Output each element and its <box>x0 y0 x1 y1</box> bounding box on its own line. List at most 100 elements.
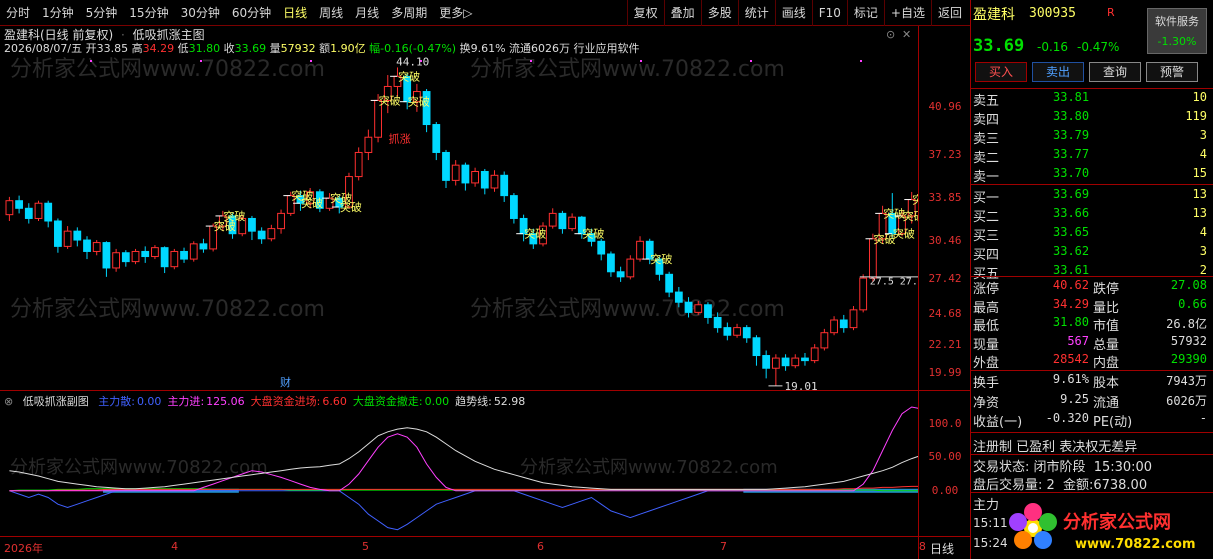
trade-action-button[interactable]: 预警 <box>1146 62 1198 82</box>
series-value: 0.00 <box>136 395 162 408</box>
level-volume: 13 <box>1192 187 1207 201</box>
sub-legend-item: 大盘资金进场: 6.60 <box>251 395 347 408</box>
trade-status-label: 交易状态: <box>973 460 1030 475</box>
stat-row: 外盘 28542 内盘 29390 <box>973 352 1211 371</box>
watermark-text: 分析家公式网www.70822.com <box>10 57 325 82</box>
candle-body <box>112 252 121 269</box>
top-dot-mark <box>640 60 642 62</box>
candle <box>199 238 208 253</box>
stat-v: 31.80 <box>1052 315 1089 329</box>
trade-action-button[interactable]: 查询 <box>1089 62 1141 82</box>
candle-body <box>674 291 683 303</box>
toolbar-action-button[interactable]: 叠加 <box>663 0 701 26</box>
candle-body <box>742 327 751 339</box>
candle <box>442 149 450 188</box>
level-label: 买一 <box>973 191 1000 206</box>
period-tab[interactable]: 日线 <box>277 0 313 26</box>
candle <box>733 323 741 338</box>
finance-marker: 财 <box>280 375 291 389</box>
candle-body <box>131 250 140 263</box>
period-tab[interactable]: 60分钟 <box>226 0 277 26</box>
divider <box>971 88 1213 89</box>
breakout-label: 突破 <box>340 200 362 214</box>
period-tab[interactable]: 更多▷ <box>433 0 478 26</box>
candle <box>461 162 470 191</box>
top-dot-mark <box>310 60 312 62</box>
level-label: 卖三 <box>973 132 1000 147</box>
period-tab[interactable]: 月线 <box>349 0 385 26</box>
candle-body <box>180 250 188 260</box>
period-tab[interactable]: 分时 <box>0 0 36 26</box>
candle <box>63 226 72 249</box>
candle-body <box>480 171 489 189</box>
period-tab[interactable]: 15分钟 <box>123 0 174 26</box>
stat-l2: 跌停 <box>1093 282 1120 297</box>
candle <box>636 236 644 262</box>
stat-v: 9.25 <box>1060 391 1089 406</box>
top-dot-mark <box>90 60 92 62</box>
trade-action-button[interactable]: 买入 <box>975 62 1027 82</box>
candle <box>626 255 635 280</box>
sub-indicator-chart[interactable]: 100.0 50.00 0.00 分析家公式网www.70822.com 分析家公式网… <box>0 390 970 536</box>
trade-time: 15:30:00 <box>1093 460 1153 475</box>
period-tab[interactable]: 1分钟 <box>36 0 80 26</box>
candle-body <box>34 202 43 219</box>
candle-body <box>199 243 208 250</box>
candle-body <box>24 207 33 219</box>
series-name: 主力散 <box>98 395 132 408</box>
candle-body <box>102 242 111 269</box>
toolbar-action-button[interactable]: 统计 <box>737 0 775 26</box>
period-tab[interactable]: 5分钟 <box>80 0 124 26</box>
registration-info: 注册制 已盈利 表决权无差异 <box>973 440 1138 455</box>
sub-close-icon[interactable]: ⊗ <box>4 395 13 408</box>
candle <box>34 200 43 221</box>
level-price: 33.80 <box>1053 109 1090 123</box>
grab-label: 抓涨 <box>389 131 411 145</box>
period-tab[interactable]: 周线 <box>313 0 349 26</box>
after-hours-line: 盘后交易量: 2 金额:6738.00 <box>973 474 1147 493</box>
toolbar-action-button[interactable]: 复权 <box>626 0 664 26</box>
panel-change-pct: -0.47% <box>1077 40 1120 54</box>
top-dot-mark <box>860 60 862 62</box>
toolbar-action-button[interactable]: F10 <box>811 0 847 26</box>
trade-action-button[interactable]: 卖出 <box>1032 62 1084 82</box>
stat-row: 收益(一) -0.320 PE(动) - <box>973 411 1211 430</box>
toolbar-action-button[interactable]: 标记 <box>846 0 884 26</box>
level-volume: 4 <box>1199 147 1207 161</box>
order-book-row: 买三 33.65 4 <box>973 225 1211 244</box>
y-tick-label: 24.68 <box>928 306 962 320</box>
main-kline-chart[interactable]: 盈建科(日线 前复权) · 低吸抓涨主图 2026/08/07/五 开33.85… <box>0 26 970 390</box>
level-volume: 4 <box>1199 225 1207 239</box>
level-label: 卖四 <box>973 113 1000 128</box>
candle <box>597 238 606 261</box>
after-amount: 6738.00 <box>1093 478 1148 493</box>
level-price: 33.79 <box>1053 128 1090 142</box>
candle <box>83 236 91 260</box>
sector-badge[interactable]: 软件服务 -1.30% <box>1147 8 1207 54</box>
toolbar-action-button[interactable]: 返回 <box>930 0 968 26</box>
divider <box>971 454 1213 455</box>
sub-legend-item: 主力进: 125.06 <box>167 395 244 408</box>
toolbar-action-button[interactable]: +自选 <box>883 0 931 26</box>
mid-marker-2: 27. <box>900 277 918 288</box>
after-amount-label: 金额: <box>1062 478 1094 493</box>
month-label: 8 <box>918 540 926 553</box>
toolbar-action-button[interactable]: 多股 <box>700 0 738 26</box>
breakout-label: 突破 <box>398 69 420 83</box>
watermark-text: 分析家公式网www.70822.com <box>10 297 325 322</box>
sub-title[interactable]: 低吸抓涨副图 <box>23 395 89 408</box>
period-tabs: 分时 1分钟 5分钟 15分钟 30分钟 60分钟 日线 周线 月线 多周期 更多▷ <box>0 0 478 26</box>
period-tab[interactable]: 30分钟 <box>175 0 226 26</box>
panel-price: 33.69 <box>973 36 1025 56</box>
toolbar-action-button[interactable]: 画线 <box>774 0 812 26</box>
breakout-label: 突破 <box>903 209 918 223</box>
bottom-axis-divider <box>918 537 919 559</box>
candle-body <box>839 319 848 329</box>
order-book-row: 卖三 33.79 3 <box>973 128 1211 147</box>
period-tab[interactable]: 多周期 <box>385 0 433 26</box>
stat-v2: 0.66 <box>1178 296 1207 311</box>
current-period-label[interactable]: 日线 <box>930 540 954 557</box>
stat-v2: - <box>1199 411 1207 425</box>
candle <box>471 167 479 187</box>
candle <box>801 353 809 366</box>
